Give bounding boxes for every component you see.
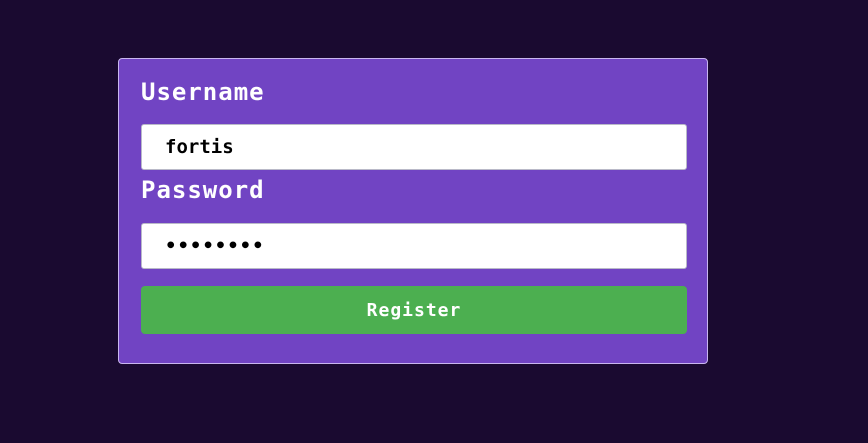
password-label: Password [141, 176, 265, 204]
username-input[interactable] [141, 124, 687, 170]
username-label: Username [141, 78, 265, 106]
register-button[interactable]: Register [141, 286, 687, 334]
password-input[interactable] [141, 223, 687, 269]
register-form: Username Password Register [118, 58, 708, 364]
